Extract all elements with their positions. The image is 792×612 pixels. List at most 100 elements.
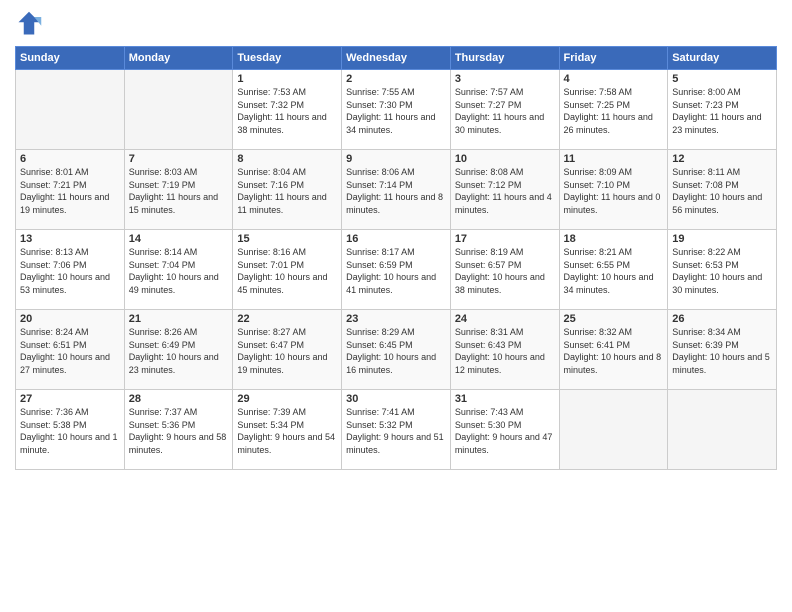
day-number: 17	[455, 233, 555, 245]
day-info: Sunrise: 8:31 AM Sunset: 6:43 PM Dayligh…	[455, 326, 555, 376]
calendar-cell: 19Sunrise: 8:22 AM Sunset: 6:53 PM Dayli…	[668, 230, 777, 310]
day-number: 6	[20, 153, 120, 165]
page: SundayMondayTuesdayWednesdayThursdayFrid…	[0, 0, 792, 612]
day-info: Sunrise: 8:22 AM Sunset: 6:53 PM Dayligh…	[672, 246, 772, 296]
calendar-cell: 22Sunrise: 8:27 AM Sunset: 6:47 PM Dayli…	[233, 310, 342, 390]
calendar-cell	[559, 390, 668, 470]
day-info: Sunrise: 7:39 AM Sunset: 5:34 PM Dayligh…	[237, 406, 337, 456]
calendar-cell: 11Sunrise: 8:09 AM Sunset: 7:10 PM Dayli…	[559, 150, 668, 230]
day-number: 3	[455, 73, 555, 85]
calendar-cell: 27Sunrise: 7:36 AM Sunset: 5:38 PM Dayli…	[16, 390, 125, 470]
calendar-cell	[16, 70, 125, 150]
day-info: Sunrise: 8:14 AM Sunset: 7:04 PM Dayligh…	[129, 246, 229, 296]
day-info: Sunrise: 8:13 AM Sunset: 7:06 PM Dayligh…	[20, 246, 120, 296]
day-info: Sunrise: 8:34 AM Sunset: 6:39 PM Dayligh…	[672, 326, 772, 376]
week-row-1: 1Sunrise: 7:53 AM Sunset: 7:32 PM Daylig…	[16, 70, 777, 150]
day-number: 20	[20, 313, 120, 325]
week-row-2: 6Sunrise: 8:01 AM Sunset: 7:21 PM Daylig…	[16, 150, 777, 230]
day-number: 30	[346, 393, 446, 405]
calendar-cell: 15Sunrise: 8:16 AM Sunset: 7:01 PM Dayli…	[233, 230, 342, 310]
day-number: 31	[455, 393, 555, 405]
day-number: 1	[237, 73, 337, 85]
calendar-cell: 12Sunrise: 8:11 AM Sunset: 7:08 PM Dayli…	[668, 150, 777, 230]
day-number: 9	[346, 153, 446, 165]
weekday-header-friday: Friday	[559, 47, 668, 70]
day-number: 7	[129, 153, 229, 165]
day-number: 10	[455, 153, 555, 165]
day-number: 14	[129, 233, 229, 245]
week-row-5: 27Sunrise: 7:36 AM Sunset: 5:38 PM Dayli…	[16, 390, 777, 470]
calendar-cell	[124, 70, 233, 150]
day-info: Sunrise: 8:03 AM Sunset: 7:19 PM Dayligh…	[129, 166, 229, 216]
day-info: Sunrise: 7:53 AM Sunset: 7:32 PM Dayligh…	[237, 86, 337, 136]
day-info: Sunrise: 8:04 AM Sunset: 7:16 PM Dayligh…	[237, 166, 337, 216]
day-info: Sunrise: 8:24 AM Sunset: 6:51 PM Dayligh…	[20, 326, 120, 376]
calendar-cell: 7Sunrise: 8:03 AM Sunset: 7:19 PM Daylig…	[124, 150, 233, 230]
calendar-cell: 29Sunrise: 7:39 AM Sunset: 5:34 PM Dayli…	[233, 390, 342, 470]
calendar-cell: 14Sunrise: 8:14 AM Sunset: 7:04 PM Dayli…	[124, 230, 233, 310]
calendar-cell: 3Sunrise: 7:57 AM Sunset: 7:27 PM Daylig…	[450, 70, 559, 150]
calendar-cell: 2Sunrise: 7:55 AM Sunset: 7:30 PM Daylig…	[342, 70, 451, 150]
day-number: 5	[672, 73, 772, 85]
day-number: 2	[346, 73, 446, 85]
day-number: 16	[346, 233, 446, 245]
weekday-header-saturday: Saturday	[668, 47, 777, 70]
day-number: 11	[564, 153, 664, 165]
day-info: Sunrise: 8:11 AM Sunset: 7:08 PM Dayligh…	[672, 166, 772, 216]
day-number: 25	[564, 313, 664, 325]
calendar-cell: 9Sunrise: 8:06 AM Sunset: 7:14 PM Daylig…	[342, 150, 451, 230]
day-number: 13	[20, 233, 120, 245]
calendar-table: SundayMondayTuesdayWednesdayThursdayFrid…	[15, 46, 777, 470]
day-number: 4	[564, 73, 664, 85]
calendar-cell: 13Sunrise: 8:13 AM Sunset: 7:06 PM Dayli…	[16, 230, 125, 310]
day-info: Sunrise: 8:19 AM Sunset: 6:57 PM Dayligh…	[455, 246, 555, 296]
day-info: Sunrise: 8:17 AM Sunset: 6:59 PM Dayligh…	[346, 246, 446, 296]
calendar-cell: 1Sunrise: 7:53 AM Sunset: 7:32 PM Daylig…	[233, 70, 342, 150]
day-number: 18	[564, 233, 664, 245]
weekday-header-tuesday: Tuesday	[233, 47, 342, 70]
day-number: 19	[672, 233, 772, 245]
calendar-cell: 18Sunrise: 8:21 AM Sunset: 6:55 PM Dayli…	[559, 230, 668, 310]
calendar-cell: 21Sunrise: 8:26 AM Sunset: 6:49 PM Dayli…	[124, 310, 233, 390]
calendar-cell: 26Sunrise: 8:34 AM Sunset: 6:39 PM Dayli…	[668, 310, 777, 390]
calendar-cell: 20Sunrise: 8:24 AM Sunset: 6:51 PM Dayli…	[16, 310, 125, 390]
calendar-cell: 8Sunrise: 8:04 AM Sunset: 7:16 PM Daylig…	[233, 150, 342, 230]
day-info: Sunrise: 8:08 AM Sunset: 7:12 PM Dayligh…	[455, 166, 555, 216]
calendar-cell: 17Sunrise: 8:19 AM Sunset: 6:57 PM Dayli…	[450, 230, 559, 310]
day-number: 27	[20, 393, 120, 405]
day-info: Sunrise: 8:06 AM Sunset: 7:14 PM Dayligh…	[346, 166, 446, 216]
calendar-cell: 5Sunrise: 8:00 AM Sunset: 7:23 PM Daylig…	[668, 70, 777, 150]
calendar-cell: 31Sunrise: 7:43 AM Sunset: 5:30 PM Dayli…	[450, 390, 559, 470]
week-row-4: 20Sunrise: 8:24 AM Sunset: 6:51 PM Dayli…	[16, 310, 777, 390]
calendar-cell: 25Sunrise: 8:32 AM Sunset: 6:41 PM Dayli…	[559, 310, 668, 390]
calendar-cell: 6Sunrise: 8:01 AM Sunset: 7:21 PM Daylig…	[16, 150, 125, 230]
day-info: Sunrise: 8:21 AM Sunset: 6:55 PM Dayligh…	[564, 246, 664, 296]
day-info: Sunrise: 7:37 AM Sunset: 5:36 PM Dayligh…	[129, 406, 229, 456]
day-info: Sunrise: 7:55 AM Sunset: 7:30 PM Dayligh…	[346, 86, 446, 136]
calendar-cell: 30Sunrise: 7:41 AM Sunset: 5:32 PM Dayli…	[342, 390, 451, 470]
day-info: Sunrise: 8:16 AM Sunset: 7:01 PM Dayligh…	[237, 246, 337, 296]
day-number: 21	[129, 313, 229, 325]
day-number: 22	[237, 313, 337, 325]
weekday-header-thursday: Thursday	[450, 47, 559, 70]
day-info: Sunrise: 8:29 AM Sunset: 6:45 PM Dayligh…	[346, 326, 446, 376]
weekday-header-wednesday: Wednesday	[342, 47, 451, 70]
logo	[15, 10, 47, 38]
calendar-cell: 10Sunrise: 8:08 AM Sunset: 7:12 PM Dayli…	[450, 150, 559, 230]
logo-icon	[15, 10, 43, 38]
day-info: Sunrise: 7:43 AM Sunset: 5:30 PM Dayligh…	[455, 406, 555, 456]
day-number: 12	[672, 153, 772, 165]
day-number: 15	[237, 233, 337, 245]
header	[15, 10, 777, 38]
weekday-header-sunday: Sunday	[16, 47, 125, 70]
calendar-cell: 28Sunrise: 7:37 AM Sunset: 5:36 PM Dayli…	[124, 390, 233, 470]
calendar-cell: 16Sunrise: 8:17 AM Sunset: 6:59 PM Dayli…	[342, 230, 451, 310]
weekday-header-row: SundayMondayTuesdayWednesdayThursdayFrid…	[16, 47, 777, 70]
day-number: 24	[455, 313, 555, 325]
calendar-cell: 23Sunrise: 8:29 AM Sunset: 6:45 PM Dayli…	[342, 310, 451, 390]
day-info: Sunrise: 8:09 AM Sunset: 7:10 PM Dayligh…	[564, 166, 664, 216]
calendar-cell	[668, 390, 777, 470]
day-info: Sunrise: 7:36 AM Sunset: 5:38 PM Dayligh…	[20, 406, 120, 456]
day-number: 23	[346, 313, 446, 325]
week-row-3: 13Sunrise: 8:13 AM Sunset: 7:06 PM Dayli…	[16, 230, 777, 310]
